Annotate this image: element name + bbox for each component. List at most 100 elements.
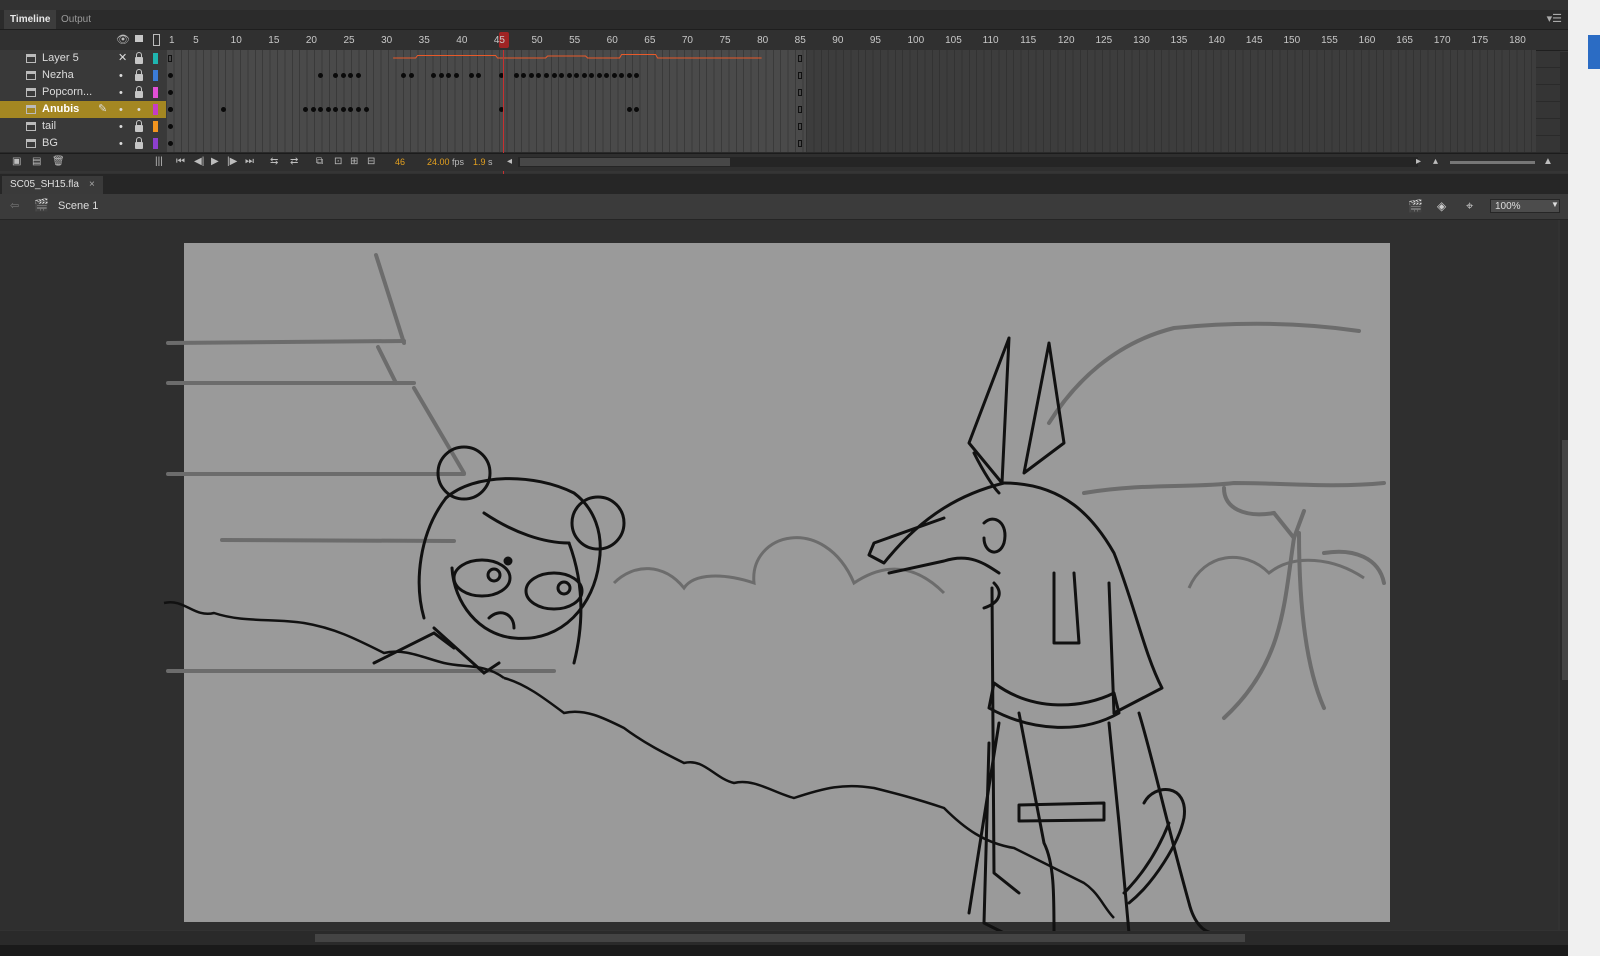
layer-color-swatch[interactable] — [153, 104, 158, 115]
timeline-ruler[interactable]: 👁 1 5 10 15 20 25 30 35 40 45 50 55 60 65 70 75 80 85 90 9… — [0, 30, 1568, 51]
lock-icon[interactable] — [135, 35, 143, 42]
back-arrow-icon[interactable]: ⇦ — [10, 199, 19, 212]
keyframe[interactable] — [626, 107, 632, 112]
zoom-out-frames-icon[interactable]: ▴ — [1433, 156, 1438, 167]
keyframe[interactable] — [318, 107, 324, 112]
layer-name[interactable]: BG — [42, 137, 58, 149]
layer-row[interactable]: Anubis ✎ • • — [0, 101, 1568, 119]
keyframe[interactable] — [168, 124, 173, 129]
keyframe[interactable] — [634, 107, 640, 112]
keyframe[interactable] — [559, 73, 565, 78]
eye-icon[interactable]: 👁 — [116, 33, 130, 46]
keyframe[interactable] — [626, 73, 632, 78]
keyframe[interactable] — [220, 107, 226, 112]
keyframe[interactable] — [604, 73, 610, 78]
layer-frames[interactable] — [166, 118, 806, 135]
tab-timeline[interactable]: Timeline — [4, 10, 57, 29]
chevron-down-icon[interactable]: ▼ — [1551, 200, 1559, 209]
keyframe[interactable] — [634, 73, 640, 78]
onion-skin-outline-icon[interactable]: ⊡ — [334, 156, 342, 167]
trash-icon[interactable]: 🗑 — [52, 156, 65, 167]
layer-row[interactable]: Layer 5 ✕ — [0, 50, 1568, 68]
lock-icon[interactable] — [135, 52, 143, 64]
visible-dot-icon[interactable]: • — [119, 104, 123, 116]
keyframe[interactable] — [536, 73, 542, 78]
visible-dot-icon[interactable]: • — [119, 138, 123, 150]
layer-color-swatch[interactable] — [153, 121, 158, 132]
close-icon[interactable]: × — [89, 179, 95, 190]
keyframe[interactable] — [408, 73, 414, 78]
layer-frames[interactable] — [166, 84, 806, 101]
keyframe[interactable] — [581, 73, 587, 78]
stage-area[interactable] — [0, 220, 1558, 935]
step-back-icon[interactable]: ◀| — [194, 156, 204, 167]
panel-menu-icon[interactable]: ▾☰ — [1547, 12, 1562, 25]
folder-icon[interactable]: ▤ — [32, 156, 41, 167]
layer-header[interactable]: Anubis ✎ • • — [0, 101, 166, 118]
tab-output[interactable]: Output — [55, 10, 97, 29]
lock-icon[interactable] — [135, 137, 143, 149]
empty-frames[interactable] — [806, 101, 1536, 118]
keyframe[interactable] — [513, 73, 519, 78]
keyframe[interactable] — [333, 73, 339, 78]
onion-skin-icon[interactable]: ⧉ — [316, 156, 323, 167]
keyframe[interactable] — [446, 73, 452, 78]
keyframe[interactable] — [340, 73, 346, 78]
keyframe[interactable] — [310, 107, 316, 112]
layer-header[interactable]: BG • — [0, 135, 166, 152]
keyframe[interactable] — [303, 107, 309, 112]
empty-frames[interactable] — [806, 84, 1536, 101]
keyframe[interactable] — [168, 107, 173, 112]
frame-size-slider[interactable] — [1450, 161, 1535, 164]
outline-icon[interactable] — [153, 34, 160, 46]
keyframe[interactable] — [453, 73, 459, 78]
zoom-select[interactable]: 100% — [1490, 199, 1560, 213]
elapsed-value[interactable]: 1.9 — [473, 157, 486, 167]
document-tab[interactable]: SC05_SH15.fla × — [2, 176, 103, 194]
layer-name[interactable]: Layer 5 — [42, 52, 79, 64]
keyframe[interactable] — [401, 73, 407, 78]
new-layer-icon[interactable]: ▣ — [12, 156, 21, 167]
empty-frames[interactable] — [806, 50, 1536, 67]
layer-color-swatch[interactable] — [153, 138, 158, 149]
symbol-icon[interactable]: ◈ — [1437, 199, 1446, 213]
end-frame[interactable] — [797, 72, 802, 79]
keyframe[interactable] — [566, 73, 572, 78]
layer-row[interactable]: BG • — [0, 135, 1568, 153]
layer-frames[interactable] — [166, 135, 806, 152]
end-frame[interactable] — [797, 89, 802, 96]
layer-frames[interactable] — [166, 67, 806, 84]
layer-row[interactable]: tail • — [0, 118, 1568, 136]
layer-row[interactable]: Popcorn... • — [0, 84, 1568, 102]
layer-name[interactable]: tail — [42, 120, 56, 132]
stage-horizontal-scroll-thumb[interactable] — [315, 934, 1245, 942]
keyframe[interactable] — [168, 141, 173, 146]
keyframe[interactable] — [596, 73, 602, 78]
keyframe[interactable] — [589, 73, 595, 78]
layer-name[interactable]: Anubis — [42, 103, 79, 115]
visible-dot-icon[interactable]: • — [119, 121, 123, 133]
keyframe[interactable] — [438, 73, 444, 78]
scene-menu-icon[interactable]: 🎬 — [1408, 199, 1423, 213]
lock-icon[interactable] — [135, 69, 143, 81]
scroll-right-icon[interactable]: ▸ — [1416, 156, 1421, 167]
layer-name[interactable]: Popcorn... — [42, 86, 92, 98]
keyframe[interactable] — [356, 107, 361, 112]
end-frame[interactable] — [797, 140, 802, 147]
keyframe[interactable] — [431, 73, 437, 78]
modify-markers-icon[interactable]: ⊟ — [367, 156, 375, 167]
keyframe[interactable] — [476, 73, 482, 78]
layer-frames[interactable] — [166, 101, 806, 118]
keyframe[interactable] — [325, 107, 331, 112]
layer-row[interactable]: Nezha • — [0, 67, 1568, 85]
keyframe[interactable] — [168, 90, 173, 95]
layer-color-swatch[interactable] — [153, 70, 158, 81]
center-stage-icon[interactable]: ⌖ — [1466, 198, 1473, 214]
keyframe[interactable] — [168, 73, 173, 78]
side-panel-tab[interactable] — [1588, 35, 1600, 69]
current-frame-value[interactable]: 46 — [395, 157, 405, 167]
keyframe[interactable] — [521, 73, 527, 78]
edit-multiple-frames-icon[interactable]: ⊞ — [350, 156, 358, 167]
play-icon[interactable]: ▶ — [211, 156, 219, 167]
keyframe[interactable] — [348, 73, 354, 78]
